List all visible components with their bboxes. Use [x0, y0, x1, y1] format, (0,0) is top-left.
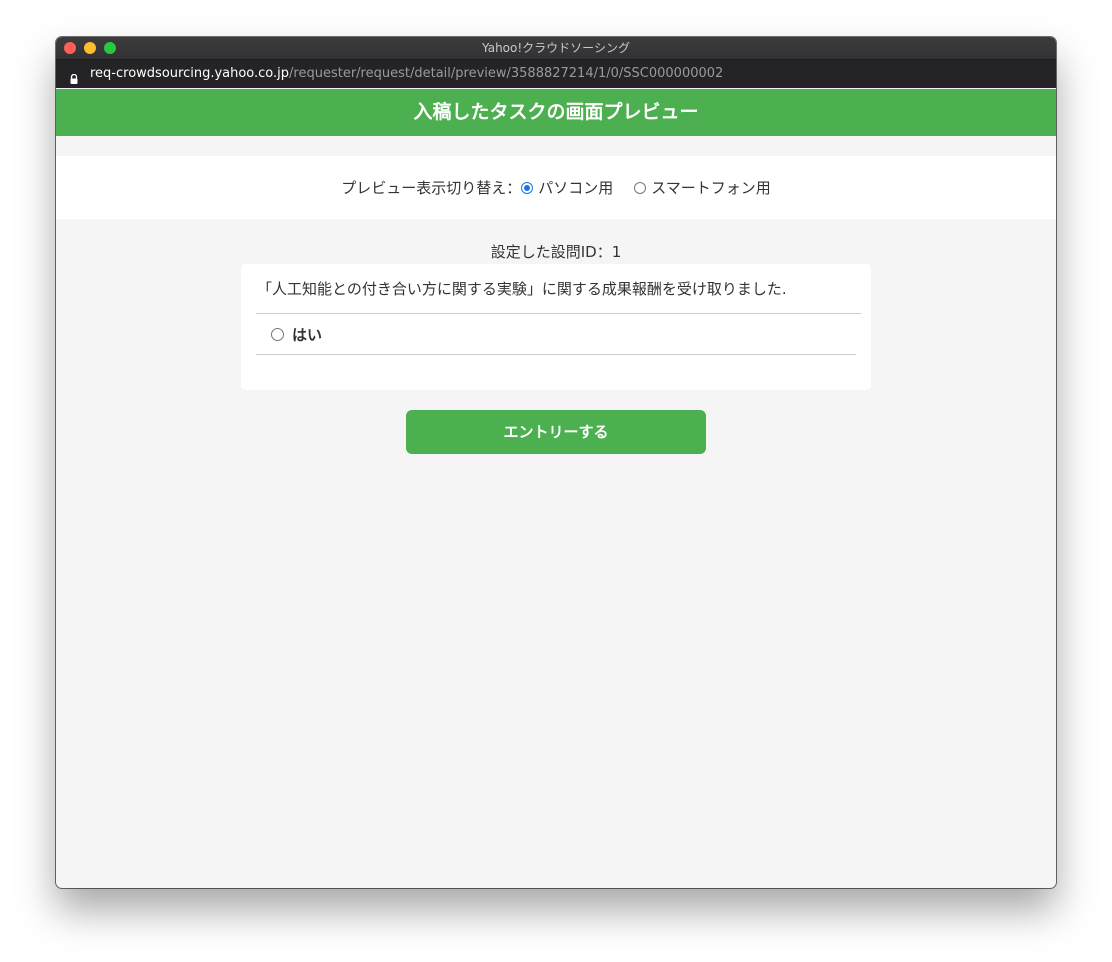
smartphone-view-radio[interactable]: スマートフォン用 — [634, 177, 771, 198]
answer-label[interactable]: はい — [292, 324, 322, 345]
radio-unchecked-icon[interactable] — [271, 327, 284, 341]
smartphone-view-label[interactable]: スマートフォン用 — [651, 177, 771, 198]
window-titlebar: Yahoo!クラウドソーシング — [56, 37, 1056, 60]
url-host: req-crowdsourcing.yahoo.co.jp — [90, 66, 290, 81]
preview-toggle-label: プレビュー表示切り替え： — [341, 179, 522, 197]
radio-unchecked-icon[interactable] — [634, 181, 647, 194]
preview-toggle-panel: プレビュー表示切り替え： パソコン用 スマートフォン用 — [56, 156, 1056, 219]
preview-toggle-row: プレビュー表示切り替え： パソコン用 スマートフォン用 — [56, 156, 1056, 219]
divider — [256, 313, 861, 314]
divider — [256, 354, 856, 355]
question-text: 「人工知能との付き合い方に関する実験」に関する成果報酬を受け取りました. — [257, 280, 787, 298]
page-title: 入稿したタスクの画面プレビュー — [56, 89, 1056, 136]
pc-view-label[interactable]: パソコン用 — [538, 177, 613, 198]
answer-option-yes[interactable]: はい — [271, 322, 322, 346]
entry-button[interactable]: エントリーする — [406, 410, 706, 454]
url-path: /requester/request/detail/preview/358882… — [289, 66, 724, 81]
url-text[interactable]: req-crowdsourcing.yahoo.co.jp/requester/… — [90, 60, 723, 88]
browser-window: Yahoo!クラウドソーシング req-crowdsourcing.yahoo.… — [56, 37, 1056, 888]
question-id-label: 設定した設問ID：1 — [490, 243, 622, 261]
pc-view-radio[interactable]: パソコン用 — [521, 177, 613, 198]
lock-icon — [69, 69, 79, 84]
radio-checked-icon[interactable] — [521, 181, 534, 194]
question-card: 「人工知能との付き合い方に関する実験」に関する成果報酬を受け取りました. はい — [241, 264, 871, 390]
window-title: Yahoo!クラウドソーシング — [482, 41, 630, 55]
address-bar[interactable]: req-crowdsourcing.yahoo.co.jp/requester/… — [56, 60, 1056, 88]
